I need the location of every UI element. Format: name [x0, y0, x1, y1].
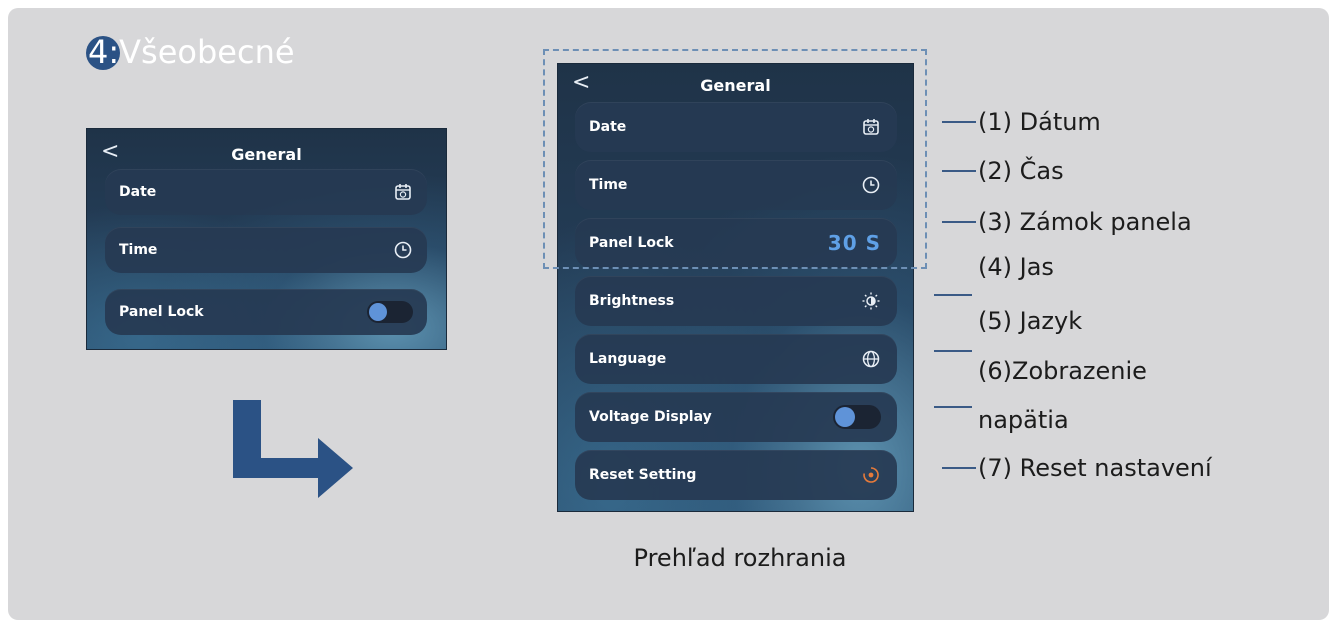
toggle-knob: [369, 303, 387, 321]
screen-title: General: [231, 145, 302, 164]
clock-icon: [393, 240, 413, 260]
caption: Prehľad rozhrania: [633, 544, 847, 572]
brightness-row[interactable]: Brightness: [575, 276, 897, 326]
callout-line: [934, 350, 972, 352]
callout-5: (5) Jazyk: [978, 307, 1083, 335]
section-heading: Všeobecné: [119, 33, 295, 71]
date-row[interactable]: Date: [105, 169, 427, 215]
highlight-frame: [543, 49, 927, 269]
callout-2: (2) Čas: [942, 157, 1064, 185]
callout-line: [942, 221, 976, 223]
reset-setting-row[interactable]: Reset Setting: [575, 450, 897, 500]
brightness-label: Brightness: [589, 293, 675, 309]
callout-4: (4) Jas: [978, 253, 1054, 281]
date-label: Date: [119, 184, 157, 200]
reset-setting-label: Reset Setting: [589, 467, 697, 483]
callout-3: (3) Zámok panela: [942, 208, 1192, 236]
general-screen-small: < General Date Time Panel Lock: [86, 128, 447, 350]
callout-7: (7) Reset nastavení: [942, 454, 1212, 482]
panel-lock-toggle[interactable]: [367, 301, 413, 323]
calendar-icon: [393, 182, 413, 202]
section-title: 4:Všeobecné: [86, 30, 295, 74]
globe-icon: [861, 349, 881, 369]
brightness-icon: [861, 291, 881, 311]
callout-6: (6)Zobrazenie: [978, 357, 1147, 385]
callout-line: [942, 121, 976, 123]
flow-arrow-icon: [233, 400, 353, 498]
callout-line: [942, 170, 976, 172]
callout-line: [934, 294, 972, 296]
language-row[interactable]: Language: [575, 334, 897, 384]
reset-icon: [861, 465, 881, 485]
panel-lock-row[interactable]: Panel Lock: [105, 289, 427, 335]
panel-lock-label: Panel Lock: [119, 304, 204, 320]
callout-6-cont: napätia: [978, 406, 1069, 434]
voltage-display-toggle[interactable]: [833, 405, 881, 429]
time-row[interactable]: Time: [105, 227, 427, 273]
voltage-display-label: Voltage Display: [589, 409, 712, 425]
voltage-display-row[interactable]: Voltage Display: [575, 392, 897, 442]
language-label: Language: [589, 351, 667, 367]
callout-1: (1) Dátum: [942, 108, 1101, 136]
time-label: Time: [119, 242, 158, 258]
toggle-knob: [835, 407, 855, 427]
callout-line: [934, 406, 972, 408]
callout-line: [942, 467, 976, 469]
section-number: 4:: [88, 33, 120, 71]
